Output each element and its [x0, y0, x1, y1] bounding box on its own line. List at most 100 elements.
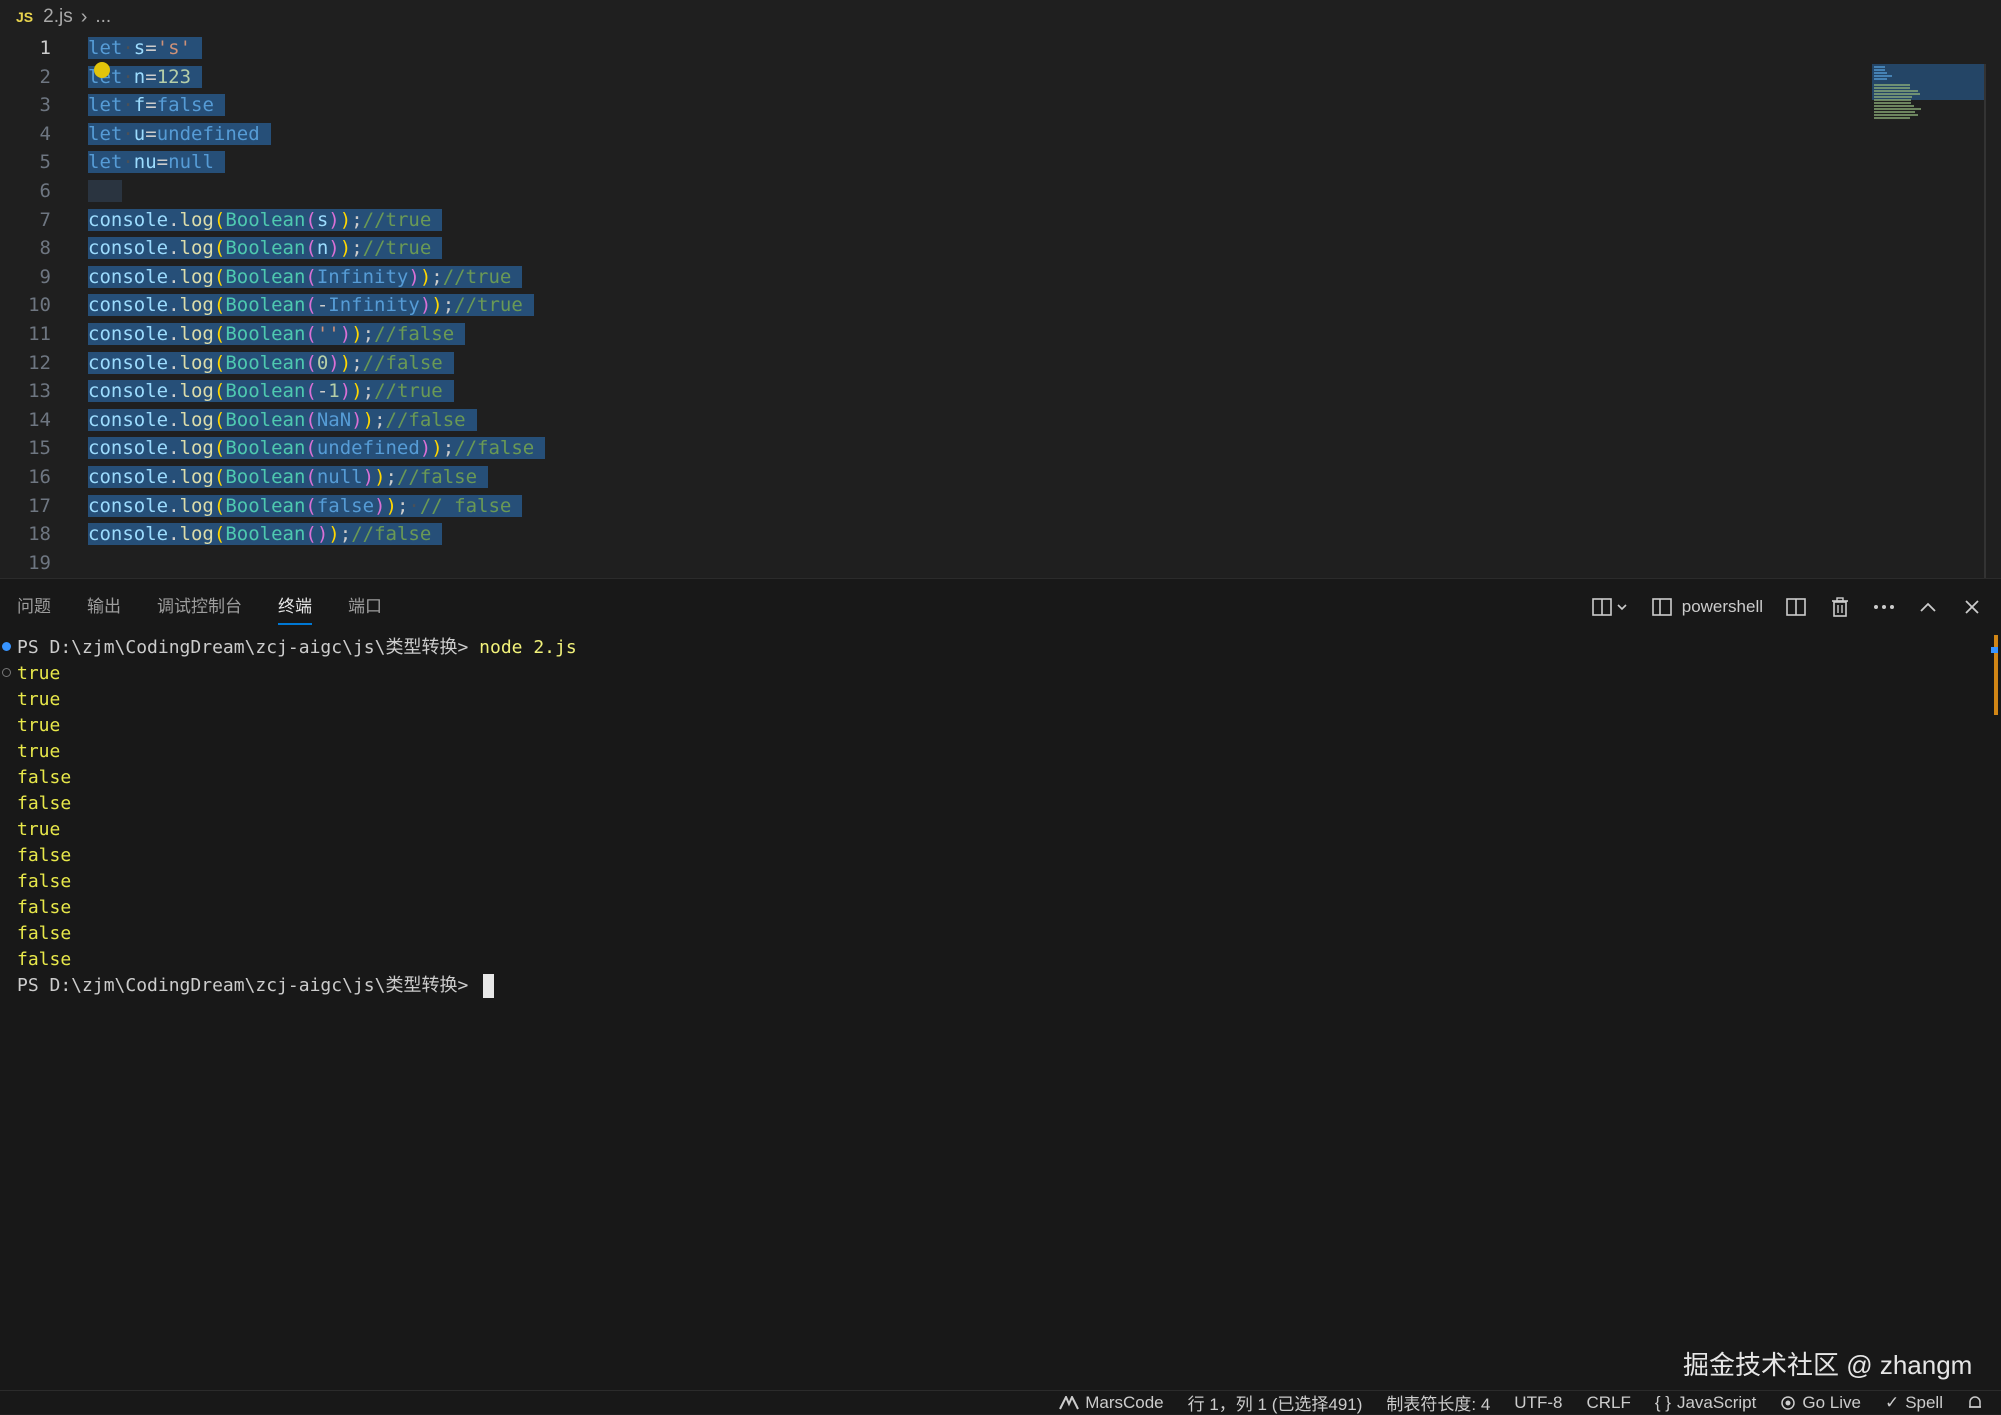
line-number: 15	[28, 437, 51, 460]
code-line[interactable]: let·n=123	[88, 63, 545, 92]
breadcrumb-file[interactable]: 2.js	[43, 6, 73, 28]
code-line[interactable]: console.log(Boolean());//false	[88, 520, 545, 549]
status-bar: MarsCode 行 1，列 1 (已选择491) 制表符长度: 4 UTF-8…	[0, 1390, 2001, 1414]
code-line[interactable]: console.log(Boolean(undefined));//false	[88, 434, 546, 463]
status-spell[interactable]: ✓ Spell	[1885, 1393, 1943, 1413]
code-line-text: let·f=false	[88, 94, 225, 117]
code-line-text: console.log(Boolean(null));//false	[88, 465, 489, 488]
terminal-prompt: PS D:\zjm\CodingDream\zcj-aigc\js\类型转换>	[17, 637, 480, 658]
code-line[interactable]: let·f=false	[88, 91, 545, 120]
minimap-line	[1874, 114, 1919, 116]
status-marscode[interactable]: MarsCode	[1059, 1392, 1164, 1413]
minimap-line	[1874, 102, 1912, 104]
breadcrumb-symbols[interactable]: ...	[95, 6, 111, 28]
status-tab-size[interactable]: 制表符长度: 4	[1386, 1390, 1490, 1415]
tab-output[interactable]: 输出	[87, 579, 121, 635]
status-eol[interactable]: CRLF	[1586, 1393, 1630, 1413]
line-number: 9	[39, 265, 51, 288]
editor-scrollbar[interactable]	[1984, 64, 1986, 608]
close-panel-icon[interactable]	[1961, 596, 1983, 618]
terminal-output-line: false	[17, 923, 72, 944]
split-terminal-icon[interactable]	[1785, 596, 1807, 618]
terminal-prompt-line[interactable]: PS D:\zjm\CodingDream\zcj-aigc\js\类型转换>	[17, 973, 1990, 999]
code-line[interactable]: console.log(Boolean(NaN));//false	[88, 406, 545, 435]
status-golive[interactable]: Go Live	[1780, 1393, 1861, 1413]
tab-problems[interactable]: 问题	[17, 579, 51, 635]
code-line[interactable]: console.log(Boolean(0));//false	[88, 349, 545, 378]
terminal-selector[interactable]: powershell	[1651, 597, 1763, 617]
tab-terminal[interactable]: 终端	[278, 579, 312, 635]
minimap[interactable]	[1872, 64, 1984, 154]
braces-icon: { }	[1654, 1392, 1671, 1412]
code-line[interactable]	[88, 177, 545, 206]
minimap-line	[1874, 69, 1885, 71]
code-line[interactable]: console.log(Boolean(n));//true	[88, 234, 545, 263]
status-encoding[interactable]: UTF-8	[1514, 1393, 1562, 1413]
line-number: 10	[28, 294, 51, 317]
new-terminal-layout-icon[interactable]	[1591, 596, 1630, 618]
line-number: 1	[39, 37, 51, 59]
minimap-line	[1874, 108, 1921, 110]
more-actions-icon[interactable]	[1873, 596, 1895, 618]
code-line[interactable]: console.log(Boolean(''));//false	[88, 320, 545, 349]
code-line-text: let·s='s'	[88, 37, 203, 59]
code-line[interactable]: console.log(Boolean(-Infinity));//true	[88, 291, 545, 320]
terminal-output-line: false	[17, 949, 72, 970]
code-line-text: console.log(Boolean(undefined));//false	[88, 437, 546, 460]
terminal-output-line: true	[17, 819, 61, 840]
terminal-prompt: PS D:\zjm\CodingDream\zcj-aigc\js\类型转换>	[17, 975, 480, 996]
code-line-text: let·u=undefined	[88, 122, 271, 145]
minimap-line	[1874, 78, 1888, 80]
code-line-text	[88, 179, 122, 202]
line-number: 7	[39, 208, 51, 231]
lightbulb-icon[interactable]	[94, 62, 110, 78]
code-line[interactable]: let·u=undefined	[88, 120, 545, 149]
broadcast-icon	[1781, 1395, 1796, 1410]
line-number: 3	[39, 94, 51, 117]
terminal-output-line: true	[17, 715, 61, 736]
check-icon: ✓	[1884, 1392, 1900, 1412]
minimap-line	[1874, 75, 1892, 77]
terminal-output-line: false	[17, 793, 72, 814]
command-success-icon[interactable]	[2, 642, 11, 651]
minimap-line	[1874, 96, 1913, 98]
code-editor[interactable]: 1 2 3 4 5 6 7 8 9 10 11 12 13 14 15 16 1…	[0, 34, 2001, 608]
minimap-line	[1874, 72, 1888, 74]
code-line[interactable]	[88, 549, 545, 578]
code-line[interactable]: let·nu=null	[88, 148, 545, 177]
line-number: 12	[28, 351, 51, 374]
terminal-output-line: false	[17, 767, 72, 788]
code-line[interactable]: console.log(Boolean(s));//true	[88, 206, 545, 235]
code-line[interactable]: console.log(Boolean(null));//false	[88, 463, 545, 492]
code-line[interactable]: console.log(Boolean(Infinity));//true	[88, 263, 545, 292]
watermark: 掘金技术社区 @ zhangm	[1683, 1350, 1973, 1380]
terminal-output-line: false	[17, 845, 72, 866]
command-decoration-icon[interactable]	[2, 668, 11, 677]
code-line-text: console.log(Boolean());//false	[88, 523, 443, 546]
code-line[interactable]: console.log(Boolean(-1));//true	[88, 377, 545, 406]
tab-ports[interactable]: 端口	[348, 579, 382, 635]
code-line-text: console.log(Boolean(''));//false	[88, 322, 466, 345]
minimap-line	[1874, 87, 1910, 89]
maximize-panel-icon[interactable]	[1917, 596, 1939, 618]
terminal-output[interactable]: PS D:\zjm\CodingDream\zcj-aigc\js\类型转换> …	[0, 635, 1990, 1391]
status-marscode-label: MarsCode	[1085, 1392, 1164, 1412]
line-number-gutter: 1 2 3 4 5 6 7 8 9 10 11 12 13 14 15 16 1…	[0, 34, 60, 577]
status-language[interactable]: { } JavaScript	[1655, 1393, 1756, 1413]
code-line[interactable]: let·s='s'	[88, 34, 545, 63]
terminal-command: node 2.js	[479, 637, 577, 658]
minimap-line	[1874, 111, 1915, 113]
status-cursor-position[interactable]: 行 1，列 1 (已选择491)	[1188, 1390, 1363, 1415]
terminal-output-line: true	[17, 689, 61, 710]
breadcrumb: JS 2.js › ...	[0, 0, 2001, 34]
code-line[interactable]: console.log(Boolean(false));·// false	[88, 492, 545, 521]
tab-debug-console[interactable]: 调试控制台	[157, 579, 242, 635]
code-lines[interactable]: let·s='s' let·n=123let·f=false let·u=undef…	[88, 34, 546, 578]
trash-icon[interactable]	[1829, 596, 1851, 618]
minimap-line	[1874, 117, 1910, 119]
status-golive-label: Go Live	[1802, 1392, 1861, 1412]
line-number: 5	[39, 151, 51, 174]
line-number: 16	[28, 465, 51, 488]
notifications-bell-icon[interactable]	[1967, 1395, 1983, 1411]
